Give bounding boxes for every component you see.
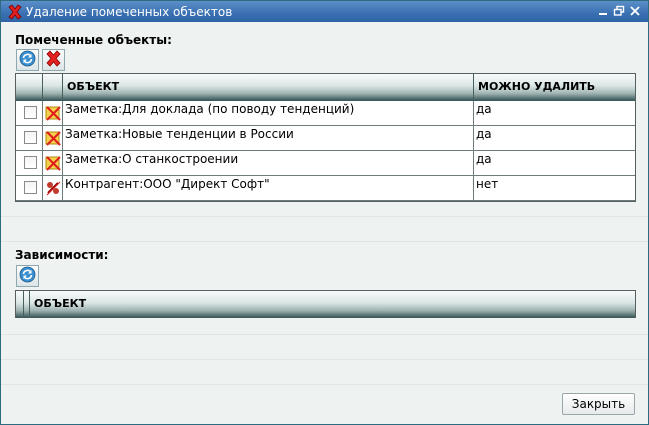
- table-row[interactable]: Заметка:О станкостроении да: [16, 151, 635, 176]
- header-checkbox-col[interactable]: [16, 74, 43, 101]
- minimize-icon[interactable]: [596, 4, 610, 18]
- marked-refresh-button[interactable]: [16, 49, 39, 71]
- note-deleted-icon: [45, 131, 61, 149]
- table-row[interactable]: Заметка:Для доклада (по поводу тенденций…: [16, 101, 635, 126]
- dependencies-refresh-button[interactable]: [16, 265, 39, 287]
- close-button[interactable]: Закрыть: [562, 393, 635, 415]
- header-marker-col[interactable]: [16, 291, 24, 318]
- row-checkbox[interactable]: [24, 156, 37, 169]
- counterparty-deleted-icon: [45, 181, 61, 199]
- close-icon[interactable]: [628, 4, 642, 18]
- table-header: ОБЪЕКТ: [16, 291, 635, 318]
- restore-icon[interactable]: [612, 4, 626, 18]
- header-can-delete[interactable]: МОЖНО УДАЛИТЬ: [474, 74, 635, 101]
- header-object[interactable]: ОБЪЕКТ: [30, 291, 635, 318]
- row-object: Контрагент:ООО "Директ Софт": [63, 176, 474, 200]
- row-can-delete: нет: [476, 177, 499, 191]
- note-deleted-icon: [45, 106, 61, 124]
- delete-icon: [45, 50, 62, 70]
- row-can-delete: да: [476, 102, 492, 116]
- divider: [1, 216, 648, 217]
- header-icon-col[interactable]: [43, 74, 63, 101]
- dependencies-label: Зависимости:: [15, 248, 109, 262]
- refresh-icon: [19, 266, 36, 286]
- row-can-delete: да: [476, 127, 492, 141]
- row-checkbox[interactable]: [24, 106, 37, 119]
- row-checkbox[interactable]: [24, 131, 37, 144]
- row-checkbox[interactable]: [24, 181, 37, 194]
- table-row[interactable]: Заметка:Новые тенденции в России да: [16, 126, 635, 151]
- marked-objects-table: ОБЪЕКТ МОЖНО УДАЛИТЬ Заметка:Для доклада…: [15, 73, 636, 202]
- row-object: Заметка:Новые тенденции в России: [63, 126, 474, 150]
- divider: [1, 384, 648, 385]
- delete-x-icon: [7, 3, 23, 20]
- row-object: Заметка:Для доклада (по поводу тенденций…: [63, 101, 474, 125]
- refresh-icon: [19, 50, 36, 70]
- header-object[interactable]: ОБЪЕКТ: [63, 74, 474, 101]
- marked-delete-button[interactable]: [42, 49, 65, 71]
- title-bar[interactable]: Удаление помеченных объектов: [1, 1, 648, 22]
- note-deleted-icon: [45, 156, 61, 174]
- row-can-delete: да: [476, 152, 492, 166]
- divider: [1, 359, 648, 360]
- dependencies-table: ОБЪЕКТ: [15, 290, 636, 318]
- divider: [1, 334, 648, 335]
- table-row[interactable]: Контрагент:ООО "Директ Софт" нет: [16, 176, 635, 201]
- divider: [1, 241, 648, 242]
- marked-objects-label: Помеченные объекты:: [15, 33, 172, 47]
- table-header: ОБЪЕКТ МОЖНО УДАЛИТЬ: [16, 74, 635, 101]
- delete-marked-window: Удаление помеченных объектов Помеченные …: [0, 0, 649, 425]
- window-title: Удаление помеченных объектов: [26, 4, 233, 19]
- row-object: Заметка:О станкостроении: [63, 151, 474, 175]
